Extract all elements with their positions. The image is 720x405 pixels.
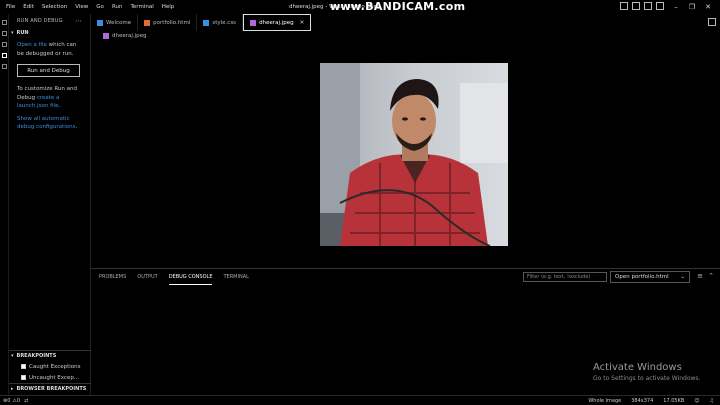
breakpoints-title: BREAKPOINTS xyxy=(16,353,57,359)
menu-file[interactable]: File xyxy=(6,0,15,14)
warning-count: 0 xyxy=(16,397,21,404)
search-icon[interactable] xyxy=(2,31,7,36)
tab-problems[interactable]: PROBLEMS xyxy=(99,269,126,285)
panel-actions: ≡ ⌃ ✕ xyxy=(696,272,720,280)
browser-breakpoints-title: BROWSER BREAKPOINTS xyxy=(16,386,87,392)
image-file-icon xyxy=(103,33,109,39)
css-file-icon xyxy=(203,19,210,26)
run-and-debug-button[interactable]: Run and Debug xyxy=(17,64,80,77)
breakpoint-label: Caught Exceptions xyxy=(29,363,81,370)
live-share-icon[interactable]: ⇄ xyxy=(24,398,28,404)
menu-terminal[interactable]: Terminal xyxy=(130,0,153,14)
image-file-icon xyxy=(250,19,257,26)
chevron-down-icon: ⌄ xyxy=(680,274,685,280)
select-value: Open portfolio.html xyxy=(615,274,669,280)
debug-console-filter-input[interactable] xyxy=(523,272,607,282)
menu-run[interactable]: Run xyxy=(112,0,123,14)
sidebar-title: RUN AND DEBUG xyxy=(17,18,63,24)
menu-view[interactable]: View xyxy=(75,0,88,14)
tab-debug-console[interactable]: DEBUG CONSOLE xyxy=(168,269,213,285)
menu-bar: File Edit Selection View Go Run Terminal… xyxy=(0,0,182,14)
breadcrumb-file: dheeraj.jpeg xyxy=(112,33,147,39)
show-all-configs-link[interactable]: Show all automatic debug configurations xyxy=(17,116,75,131)
open-file-link[interactable]: Open a file xyxy=(17,42,47,48)
extensions-icon[interactable] xyxy=(2,64,7,69)
editor-tab-bar: Welcome portfolio.html style.css dheeraj… xyxy=(91,14,720,31)
image-zoom-mode[interactable]: Whole Image xyxy=(588,398,621,404)
source-control-icon[interactable] xyxy=(2,42,7,47)
layout-controls xyxy=(620,2,668,10)
customize-layout-icon[interactable] xyxy=(656,2,664,10)
run-section-header[interactable]: ▾ RUN xyxy=(9,28,90,38)
maximize-panel-icon[interactable]: ⌃ xyxy=(707,272,715,280)
activity-bar xyxy=(0,14,9,397)
clear-console-icon[interactable]: ≡ xyxy=(696,272,704,280)
html-file-icon xyxy=(144,19,151,26)
tab-terminal[interactable]: TERMINAL xyxy=(223,269,248,285)
close-window-icon[interactable]: ✕ xyxy=(700,3,716,11)
tab-portfolio-html[interactable]: portfolio.html xyxy=(138,14,198,31)
activate-windows-subtitle: Go to Settings to activate Windows. xyxy=(593,375,701,382)
tab-output[interactable]: OUTPUT xyxy=(137,269,157,285)
breakpoint-caught-exceptions[interactable]: Caught Exceptions xyxy=(9,361,91,372)
toggle-secondary-sidebar-icon[interactable] xyxy=(644,2,652,10)
notifications-icon[interactable]: ♫ xyxy=(710,398,714,404)
menu-edit[interactable]: Edit xyxy=(23,0,34,14)
error-count: 0 xyxy=(7,397,11,404)
status-left[interactable]: ⊗ 0 ⚠ 0 ⇄ xyxy=(0,398,28,404)
bandicam-watermark: www.BANDICAM.com xyxy=(330,0,466,13)
activate-windows-title: Activate Windows xyxy=(593,362,682,373)
status-right: Whole Image 384x374 17.05KB ☺ ♫ xyxy=(578,396,714,405)
chevron-down-icon: ▾ xyxy=(11,30,14,36)
image-dimensions: 384x374 xyxy=(631,398,654,404)
menu-go[interactable]: Go xyxy=(96,0,104,14)
image-editor xyxy=(91,41,720,267)
image-file-size: 17.05KB xyxy=(663,398,685,404)
tab-label: style.css xyxy=(212,19,237,26)
activate-windows-watermark: Activate Windows Go to Settings to activ… xyxy=(593,362,700,382)
breakpoints-header[interactable]: ▾ BREAKPOINTS xyxy=(9,351,91,361)
checkbox[interactable] xyxy=(21,364,26,369)
sidebar: RUN AND DEBUG ⋯ ▾ RUN Open a file which … xyxy=(9,14,91,397)
tab-label: portfolio.html xyxy=(153,19,191,26)
account-icon[interactable]: ☺ xyxy=(694,398,699,404)
tab-style-css[interactable]: style.css xyxy=(197,14,244,31)
title-bar: File Edit Selection View Go Run Terminal… xyxy=(0,0,720,14)
browser-breakpoints-header[interactable]: ▸ BROWSER BREAKPOINTS xyxy=(9,384,91,394)
split-editor-icon[interactable] xyxy=(708,18,716,26)
tab-welcome[interactable]: Welcome xyxy=(91,14,139,31)
tab-label: Welcome xyxy=(106,19,132,26)
chevron-down-icon: ▾ xyxy=(11,353,14,359)
sidebar-header: RUN AND DEBUG ⋯ xyxy=(9,14,90,28)
breakpoint-uncaught-exceptions[interactable]: Uncaught Excep... xyxy=(9,372,91,383)
browser-breakpoints-section: ▸ BROWSER BREAKPOINTS xyxy=(9,383,91,394)
breadcrumb[interactable]: dheeraj.jpeg xyxy=(91,31,147,41)
minimize-icon[interactable]: – xyxy=(668,3,684,11)
tab-dheeraj-jpeg[interactable]: dheeraj.jpeg ✕ xyxy=(243,14,312,31)
image-preview xyxy=(320,63,508,246)
breakpoints-section: ▾ BREAKPOINTS Caught Exceptions Uncaught… xyxy=(9,350,91,383)
open-file-text: Open a file which can be debugged or run… xyxy=(9,41,90,58)
breakpoint-label: Uncaught Excep... xyxy=(29,374,80,381)
toggle-sidebar-icon[interactable] xyxy=(620,2,628,10)
more-actions-icon[interactable]: ⋯ xyxy=(75,17,82,25)
restore-icon[interactable]: ❐ xyxy=(684,3,700,11)
toggle-panel-icon[interactable] xyxy=(632,2,640,10)
customize-text: To customize Run and Debug create a laun… xyxy=(17,86,77,109)
debug-session-select[interactable]: Open portfolio.html ⌄ xyxy=(610,271,690,283)
run-section-label: RUN xyxy=(16,30,29,36)
menu-selection[interactable]: Selection xyxy=(42,0,67,14)
close-icon[interactable]: ✕ xyxy=(300,20,305,26)
checkbox[interactable] xyxy=(21,375,26,380)
tab-label: dheeraj.jpeg xyxy=(259,19,294,26)
menu-help[interactable]: Help xyxy=(162,0,175,14)
chevron-right-icon: ▸ xyxy=(11,386,14,392)
run-debug-icon[interactable] xyxy=(2,53,7,58)
explorer-icon[interactable] xyxy=(2,20,7,25)
show-all-text: Show all automatic debug configurations. xyxy=(17,115,78,131)
status-bar: ⊗ 0 ⚠ 0 ⇄ Whole Image 384x374 17.05KB ☺ … xyxy=(0,395,720,405)
portrait-photo xyxy=(320,63,508,246)
vscode-icon xyxy=(97,19,103,26)
window-controls: – ❐ ✕ xyxy=(668,0,716,14)
